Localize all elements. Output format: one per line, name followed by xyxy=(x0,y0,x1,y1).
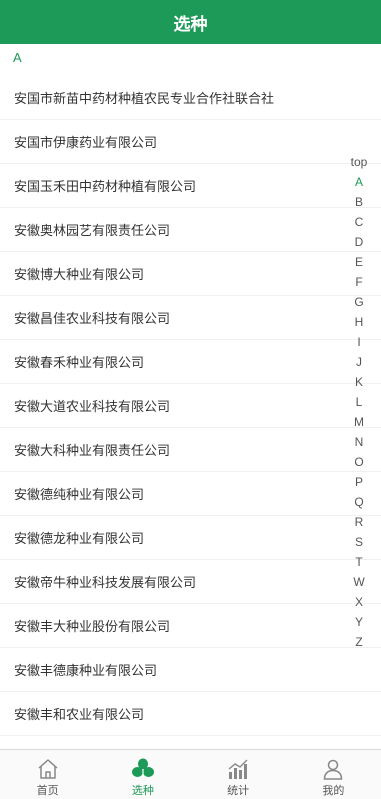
tab-home-label: 首页 xyxy=(36,785,59,797)
company-name: 安徽博大种业有限公司 xyxy=(14,267,145,282)
index-letter-i[interactable]: I xyxy=(357,332,360,352)
company-name: 安徽昌佳农业科技有限公司 xyxy=(14,311,171,326)
company-list-item[interactable]: 安徽大道农业科技有限公司 xyxy=(0,384,381,428)
index-letter-k[interactable]: K xyxy=(355,372,363,392)
clover-icon xyxy=(131,758,154,777)
tab-stats[interactable]: 统计 xyxy=(191,750,286,799)
bar-chart-icon xyxy=(228,759,248,779)
company-list: 安国市新苗中药材种植农民专业合作社联合社 安国市伊康药业有限公司安国玉禾田中药材种… xyxy=(0,76,381,736)
company-name: 安徽大科种业有限责任公司 xyxy=(14,443,171,458)
company-name: 安国玉禾田中药材种植有限公司 xyxy=(14,179,197,194)
company-name: 安徽大道农业科技有限公司 xyxy=(14,399,171,414)
company-list-item[interactable]: 安徽丰德康种业有限公司 xyxy=(0,648,381,692)
alphabet-index-bar: top A B C D E F G H I J K L M N O P Q R S T W X Y Z xyxy=(346,152,372,652)
tab-selection[interactable]: 选种 xyxy=(95,750,190,799)
index-letter-d[interactable]: D xyxy=(355,232,364,252)
company-list-item[interactable]: 安徽奥林园艺有限责任公司 xyxy=(0,208,381,252)
home-icon xyxy=(38,759,58,779)
index-letter-f[interactable]: F xyxy=(355,272,362,292)
index-letter-r[interactable]: R xyxy=(355,512,364,532)
company-name: 安徽德龙种业有限公司 xyxy=(14,531,145,546)
company-list-item[interactable]: 安徽丰大种业股份有限公司 xyxy=(0,604,381,648)
index-letter-t[interactable]: T xyxy=(355,552,362,572)
company-name: 安徽丰大种业股份有限公司 xyxy=(14,619,171,634)
index-letter-j[interactable]: J xyxy=(356,352,362,372)
company-name: 安徽帝牛种业科技发展有限公司 xyxy=(14,575,197,590)
index-letter-y[interactable]: Y xyxy=(355,612,363,632)
company-name: 安徽丰和农业有限公司 xyxy=(14,707,145,722)
tab-mine-label: 我的 xyxy=(322,785,345,797)
section-header-letter: A xyxy=(13,50,22,65)
index-letter-top[interactable]: top xyxy=(351,152,368,172)
index-letter-b[interactable]: B xyxy=(355,192,363,212)
company-list-item[interactable]: 安徽昌佳农业科技有限公司 xyxy=(0,296,381,340)
company-list-item[interactable]: 安徽德纯种业有限公司 xyxy=(0,472,381,516)
index-letter-c[interactable]: C xyxy=(355,212,364,232)
user-icon xyxy=(324,759,343,780)
company-name: 安徽春禾种业有限公司 xyxy=(14,355,145,370)
index-letter-s[interactable]: S xyxy=(355,532,363,552)
index-letter-o[interactable]: O xyxy=(354,452,363,472)
company-list-item[interactable]: 安徽帝牛种业科技发展有限公司 xyxy=(0,560,381,604)
tab-selection-label: 选种 xyxy=(131,785,154,797)
tab-stats-label: 统计 xyxy=(227,785,250,797)
company-name: 安徽德纯种业有限公司 xyxy=(14,487,145,502)
company-name: 安国市新苗中药材种植农民专业合作社联合社 xyxy=(14,91,275,106)
index-letter-q[interactable]: Q xyxy=(354,492,363,512)
company-name: 安徽丰德康种业有限公司 xyxy=(14,663,158,678)
index-letter-l[interactable]: L xyxy=(356,392,363,412)
index-letter-z[interactable]: Z xyxy=(355,632,362,652)
tab-home[interactable]: 首页 xyxy=(0,750,95,799)
page-header: 选种 xyxy=(0,0,381,44)
company-list-item[interactable]: 安徽德龙种业有限公司 xyxy=(0,516,381,560)
index-letter-g[interactable]: G xyxy=(354,292,363,312)
index-letter-a[interactable]: A xyxy=(355,172,363,192)
index-letter-m[interactable]: M xyxy=(354,412,364,432)
company-name: 安国市伊康药业有限公司 xyxy=(14,135,158,150)
index-letter-h[interactable]: H xyxy=(355,312,364,332)
company-list-item[interactable]: 安徽博大种业有限公司 xyxy=(0,252,381,296)
page-title: 选种 xyxy=(173,14,208,34)
company-list-item[interactable]: 安国玉禾田中药材种植有限公司 xyxy=(0,164,381,208)
company-list-item[interactable]: 安徽大科种业有限责任公司 xyxy=(0,428,381,472)
index-letter-p[interactable]: P xyxy=(355,472,363,492)
tab-mine[interactable]: 我的 xyxy=(286,750,381,799)
index-letter-w[interactable]: W xyxy=(353,572,364,592)
company-list-item[interactable]: 安徽丰和农业有限公司 xyxy=(0,692,381,736)
index-letter-x[interactable]: X xyxy=(355,592,363,612)
bottom-tab-bar: 首页 选种 统计 我的 xyxy=(0,749,381,799)
index-letter-e[interactable]: E xyxy=(355,252,363,272)
company-list-item[interactable]: 安徽春禾种业有限公司 xyxy=(0,340,381,384)
company-name: 安徽奥林园艺有限责任公司 xyxy=(14,223,171,238)
index-letter-n[interactable]: N xyxy=(355,432,364,452)
company-list-item[interactable]: 安国市新苗中药材种植农民专业合作社联合社 xyxy=(0,76,381,120)
company-list-item[interactable]: 安国市伊康药业有限公司 xyxy=(0,120,381,164)
